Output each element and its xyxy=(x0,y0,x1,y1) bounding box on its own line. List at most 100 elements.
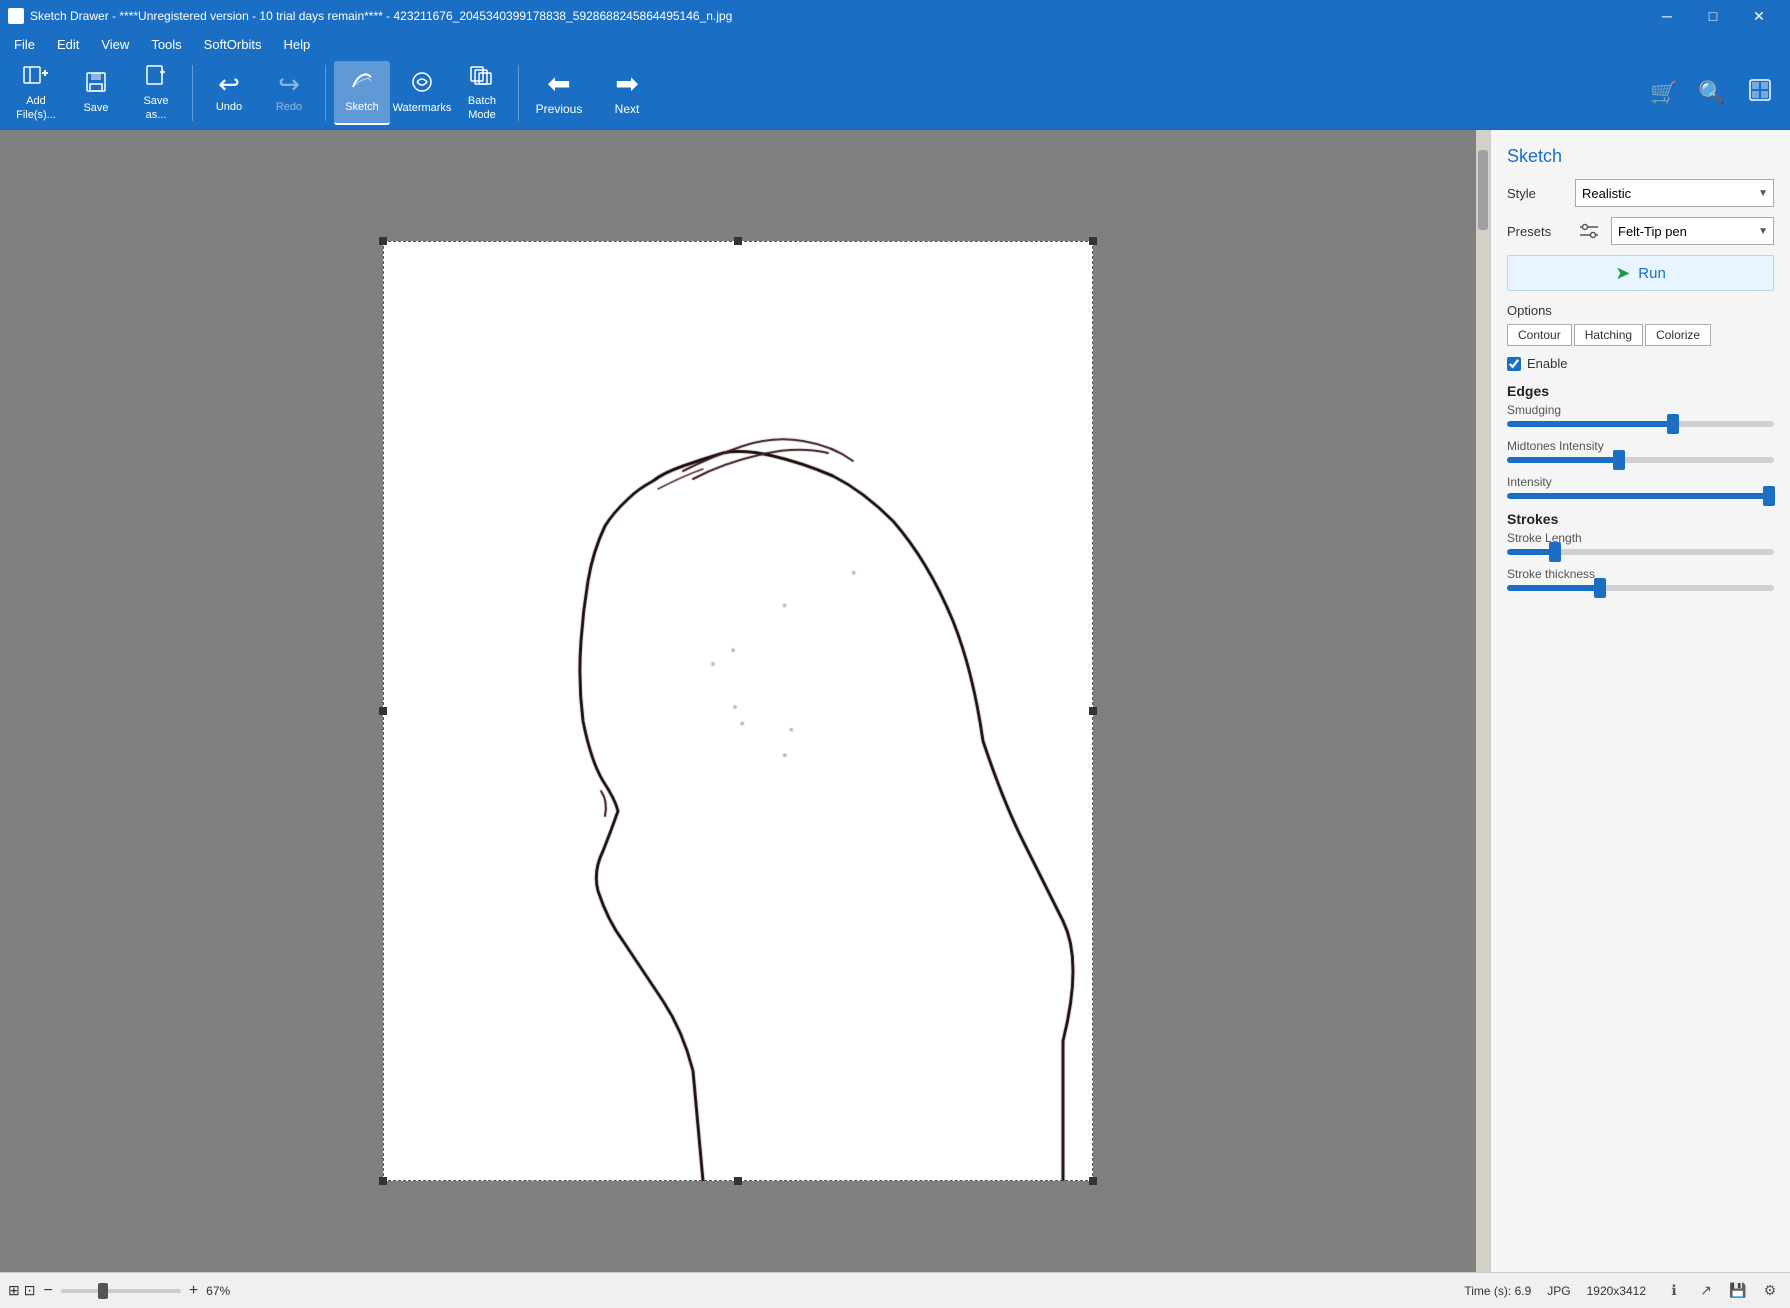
handle-top-left[interactable] xyxy=(379,237,387,245)
shop-icon: 🛒 xyxy=(1650,80,1677,106)
next-button[interactable]: ➡ Next xyxy=(595,61,659,125)
handle-top-center[interactable] xyxy=(734,237,742,245)
menu-tools[interactable]: Tools xyxy=(141,35,191,54)
save-icon xyxy=(84,70,108,98)
info-icon[interactable]: ℹ xyxy=(1662,1279,1686,1303)
menu-help[interactable]: Help xyxy=(273,35,320,54)
share-icon[interactable]: ↗ xyxy=(1694,1279,1718,1303)
enable-checkbox[interactable] xyxy=(1507,357,1521,371)
presets-row: Presets Felt-Tip pen ▼ xyxy=(1507,217,1774,245)
undo-button[interactable]: ↩ Undo xyxy=(201,61,257,125)
midtones-slider-thumb[interactable] xyxy=(1613,450,1625,470)
watermarks-icon xyxy=(409,70,435,98)
add-file-button[interactable]: Add File(s)... xyxy=(8,61,64,125)
vertical-scrollbar[interactable] xyxy=(1476,130,1490,1272)
watermarks-label: Watermarks xyxy=(393,102,452,115)
handle-mid-left[interactable] xyxy=(379,707,387,715)
window-controls: ─ □ ✕ xyxy=(1644,0,1782,32)
add-file-label: Add File(s)... xyxy=(16,95,56,121)
zoom-slider-track[interactable] xyxy=(61,1289,181,1293)
fit-icon[interactable]: ⊞ xyxy=(8,1282,20,1299)
watermarks-button[interactable]: Watermarks xyxy=(394,61,450,125)
zoom-in-button[interactable]: + xyxy=(185,1282,202,1300)
redo-label: Redo xyxy=(276,101,302,114)
edges-header: Edges xyxy=(1507,383,1774,399)
menu-edit[interactable]: Edit xyxy=(47,35,89,54)
stroke-length-slider-fill xyxy=(1507,549,1555,555)
shop-button[interactable]: 🛒 xyxy=(1642,61,1686,125)
presets-select[interactable]: Felt-Tip pen xyxy=(1611,217,1774,245)
minimize-button[interactable]: ─ xyxy=(1644,0,1690,32)
menu-bar: File Edit View Tools SoftOrbits Help xyxy=(0,32,1790,56)
save-as-button[interactable]: Save as... xyxy=(128,61,184,125)
stroke-length-slider-track[interactable] xyxy=(1507,549,1774,555)
save-status-icon[interactable]: 💾 xyxy=(1726,1279,1750,1303)
maximize-button[interactable]: □ xyxy=(1690,0,1736,32)
presets-label: Presets xyxy=(1507,224,1567,239)
tab-contour[interactable]: Contour xyxy=(1507,324,1572,346)
run-arrow-icon: ➤ xyxy=(1615,263,1630,284)
redo-icon: ↪ xyxy=(278,71,300,97)
next-label: Next xyxy=(615,102,640,116)
menu-view[interactable]: View xyxy=(91,35,139,54)
enable-row: Enable xyxy=(1507,356,1774,371)
panel-title: Sketch xyxy=(1507,146,1774,167)
scroll-thumb-vertical[interactable] xyxy=(1478,150,1488,230)
intensity-slider-fill xyxy=(1507,493,1769,499)
zoom-slider-thumb[interactable] xyxy=(98,1283,108,1299)
intensity-label: Intensity xyxy=(1507,475,1774,489)
save-as-label: Save as... xyxy=(143,95,168,121)
window-title: Sketch Drawer - ****Unregistered version… xyxy=(30,9,732,23)
batch-icon xyxy=(469,63,495,91)
tab-colorize[interactable]: Colorize xyxy=(1645,324,1711,346)
format-label: JPG xyxy=(1547,1284,1570,1298)
search-button[interactable]: 🔍 xyxy=(1690,61,1734,125)
handle-bot-right[interactable] xyxy=(1089,1177,1097,1185)
close-button[interactable]: ✕ xyxy=(1736,0,1782,32)
previous-arrow-icon: ⬅ xyxy=(547,70,570,98)
about-button[interactable] xyxy=(1738,61,1782,125)
intensity-slider-thumb[interactable] xyxy=(1763,486,1775,506)
options-tabs: Contour Hatching Colorize xyxy=(1507,324,1774,346)
separator-2 xyxy=(325,65,326,121)
save-button[interactable]: Save xyxy=(68,61,124,125)
presets-adjust-icon[interactable] xyxy=(1575,217,1603,245)
right-panel: Sketch Style Realistic ▼ Presets Felt-Ti… xyxy=(1490,130,1790,1272)
stroke-length-slider-thumb[interactable] xyxy=(1549,542,1561,562)
stroke-thickness-slider-track[interactable] xyxy=(1507,585,1774,591)
redo-button[interactable]: ↪ Redo xyxy=(261,61,317,125)
handle-top-right[interactable] xyxy=(1089,237,1097,245)
midtones-slider-track[interactable] xyxy=(1507,457,1774,463)
sketch-button[interactable]: Sketch xyxy=(334,61,390,125)
handle-bot-left[interactable] xyxy=(379,1177,387,1185)
run-label: Run xyxy=(1638,265,1666,282)
intensity-slider-track[interactable] xyxy=(1507,493,1774,499)
smudging-slider-thumb[interactable] xyxy=(1667,414,1679,434)
style-select[interactable]: Realistic xyxy=(1575,179,1774,207)
tab-hatching[interactable]: Hatching xyxy=(1574,324,1643,346)
style-label: Style xyxy=(1507,186,1567,201)
handle-bot-center[interactable] xyxy=(734,1177,742,1185)
batch-mode-button[interactable]: Batch Mode xyxy=(454,61,510,125)
undo-icon: ↩ xyxy=(218,71,240,97)
midtones-label: Midtones Intensity xyxy=(1507,439,1774,453)
previous-button[interactable]: ⬅ Previous xyxy=(527,61,591,125)
zoom-level: 67% xyxy=(206,1284,230,1298)
actual-size-icon[interactable]: ⊡ xyxy=(24,1282,36,1299)
handle-mid-right[interactable] xyxy=(1089,707,1097,715)
title-bar: Sketch Drawer - ****Unregistered version… xyxy=(0,0,1790,32)
stroke-thickness-slider-thumb[interactable] xyxy=(1594,578,1606,598)
dimensions-label: 1920x3412 xyxy=(1587,1284,1646,1298)
menu-file[interactable]: File xyxy=(4,35,45,54)
smudging-slider-track[interactable] xyxy=(1507,421,1774,427)
menu-softorbits[interactable]: SoftOrbits xyxy=(194,35,272,54)
options-label: Options xyxy=(1507,303,1774,318)
enable-label: Enable xyxy=(1527,356,1567,371)
canvas-area[interactable] xyxy=(0,130,1476,1272)
add-file-icon xyxy=(22,63,50,91)
presets-select-wrapper: Felt-Tip pen ▼ xyxy=(1611,217,1774,245)
run-button[interactable]: ➤ Run xyxy=(1507,255,1774,291)
zoom-out-button[interactable]: − xyxy=(39,1282,56,1300)
style-row: Style Realistic ▼ xyxy=(1507,179,1774,207)
settings-status-icon[interactable]: ⚙ xyxy=(1758,1279,1782,1303)
